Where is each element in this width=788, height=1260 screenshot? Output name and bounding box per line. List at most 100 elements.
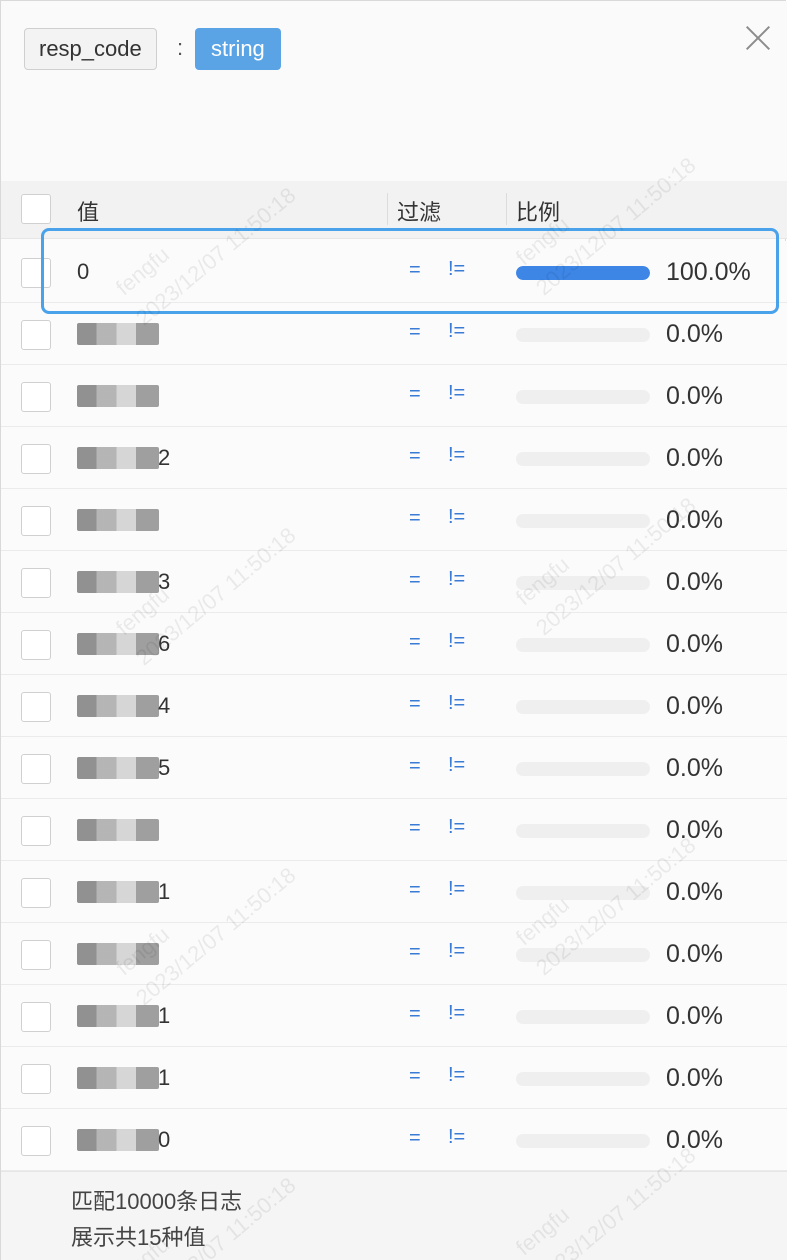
filter-equal-button[interactable]: = — [409, 507, 421, 530]
ratio-bar-fill — [516, 266, 650, 280]
ratio-bar — [516, 700, 650, 714]
table-header: 值 过滤 比例 — [1, 181, 787, 239]
redacted-value-mask — [77, 1067, 159, 1089]
ratio-percent: 0.0% — [666, 816, 723, 844]
filter-equal-button[interactable]: = — [409, 1003, 421, 1026]
field-separator: : — [177, 35, 184, 60]
field-value-panel: resp_code : string 值 过滤 比例 0 = != 100.0% = !=… — [0, 0, 787, 1260]
ratio-bar — [516, 638, 650, 652]
row-checkbox[interactable] — [21, 568, 51, 598]
filter-equal-button[interactable]: = — [409, 941, 421, 964]
row-checkbox[interactable] — [21, 382, 51, 412]
column-header-filter: 过滤 — [397, 200, 442, 225]
table-row: = != 0.0% — [1, 799, 787, 861]
filter-not-equal-button[interactable]: != — [448, 1064, 465, 1087]
row-value: 4 — [158, 693, 171, 718]
table-row: 1 = != 0.0% — [1, 861, 787, 923]
filter-equal-button[interactable]: = — [409, 693, 421, 716]
redacted-value-mask — [77, 757, 159, 779]
row-value: 1 — [158, 1003, 171, 1028]
row-checkbox[interactable] — [21, 630, 51, 660]
row-checkbox[interactable] — [21, 1002, 51, 1032]
field-type-tag: string — [195, 28, 281, 70]
filter-not-equal-button[interactable]: != — [448, 320, 465, 343]
row-value: 1 — [158, 1065, 171, 1090]
ratio-bar — [516, 1010, 650, 1024]
filter-not-equal-button[interactable]: != — [448, 816, 465, 839]
ratio-bar — [516, 948, 650, 962]
filter-not-equal-button[interactable]: != — [448, 382, 465, 405]
filter-not-equal-button[interactable]: != — [448, 754, 465, 777]
filter-not-equal-button[interactable]: != — [448, 692, 465, 715]
field-name-tag[interactable]: resp_code — [24, 28, 157, 70]
filter-equal-button[interactable]: = — [409, 1127, 421, 1150]
redacted-value-mask — [77, 1005, 159, 1027]
distinct-value-count: 展示共15种值 — [71, 1225, 206, 1250]
table-row: 3 = != 0.0% — [1, 551, 787, 613]
row-checkbox[interactable] — [21, 1064, 51, 1094]
redacted-value-mask — [77, 447, 159, 469]
table-row: 6 = != 0.0% — [1, 613, 787, 675]
filter-not-equal-button[interactable]: != — [448, 258, 465, 281]
table-row: 1 = != 0.0% — [1, 1047, 787, 1109]
filter-equal-button[interactable]: = — [409, 1065, 421, 1088]
ratio-percent: 0.0% — [666, 692, 723, 720]
row-value: 0 — [158, 1127, 171, 1152]
filter-not-equal-button[interactable]: != — [448, 878, 465, 901]
filter-equal-button[interactable]: = — [409, 259, 421, 282]
ratio-bar — [516, 1134, 650, 1148]
filter-not-equal-button[interactable]: != — [448, 630, 465, 653]
row-checkbox[interactable] — [21, 506, 51, 536]
row-value: 1 — [158, 879, 171, 904]
filter-equal-button[interactable]: = — [409, 755, 421, 778]
table-row: 1 = != 0.0% — [1, 985, 787, 1047]
filter-not-equal-button[interactable]: != — [448, 568, 465, 591]
filter-equal-button[interactable]: = — [409, 879, 421, 902]
table-row: = != 0.0% — [1, 923, 787, 985]
table-row: 4 = != 0.0% — [1, 675, 787, 737]
ratio-bar — [516, 824, 650, 838]
row-checkbox[interactable] — [21, 1126, 51, 1156]
filter-not-equal-button[interactable]: != — [448, 1126, 465, 1149]
filter-not-equal-button[interactable]: != — [448, 1002, 465, 1025]
panel-footer: 匹配10000条日志 展示共15种值 — [1, 1171, 787, 1260]
row-checkbox[interactable] — [21, 940, 51, 970]
column-header-value: 值 — [77, 200, 100, 225]
filter-equal-button[interactable]: = — [409, 631, 421, 654]
ratio-bar — [516, 266, 650, 280]
redacted-value-mask — [77, 509, 159, 531]
redacted-value-mask — [77, 385, 159, 407]
filter-not-equal-button[interactable]: != — [448, 444, 465, 467]
filter-equal-button[interactable]: = — [409, 321, 421, 344]
row-checkbox[interactable] — [21, 816, 51, 846]
filter-equal-button[interactable]: = — [409, 569, 421, 592]
table-row: = != 0.0% — [1, 303, 787, 365]
row-checkbox[interactable] — [21, 754, 51, 784]
filter-equal-button[interactable]: = — [409, 445, 421, 468]
redacted-value-mask — [77, 695, 159, 717]
row-checkbox[interactable] — [21, 320, 51, 350]
row-checkbox[interactable] — [21, 878, 51, 908]
filter-not-equal-button[interactable]: != — [448, 506, 465, 529]
close-icon[interactable] — [741, 21, 775, 55]
ratio-percent: 0.0% — [666, 940, 723, 968]
row-checkbox[interactable] — [21, 444, 51, 474]
ratio-bar — [516, 452, 650, 466]
ratio-percent: 0.0% — [666, 754, 723, 782]
column-header-ratio: 比例 — [516, 200, 561, 225]
filter-not-equal-button[interactable]: != — [448, 940, 465, 963]
filter-equal-button[interactable]: = — [409, 383, 421, 406]
ratio-percent: 0.0% — [666, 878, 723, 906]
table-row: = != 0.0% — [1, 365, 787, 427]
ratio-bar — [516, 328, 650, 342]
row-checkbox[interactable] — [21, 258, 51, 288]
redacted-value-mask — [77, 881, 159, 903]
row-value: 5 — [158, 755, 171, 780]
column-divider — [506, 193, 507, 225]
row-checkbox[interactable] — [21, 692, 51, 722]
filter-equal-button[interactable]: = — [409, 817, 421, 840]
select-all-checkbox[interactable] — [21, 194, 51, 224]
ratio-percent: 0.0% — [666, 630, 723, 658]
redacted-value-mask — [77, 819, 159, 841]
redacted-value-mask — [77, 633, 159, 655]
